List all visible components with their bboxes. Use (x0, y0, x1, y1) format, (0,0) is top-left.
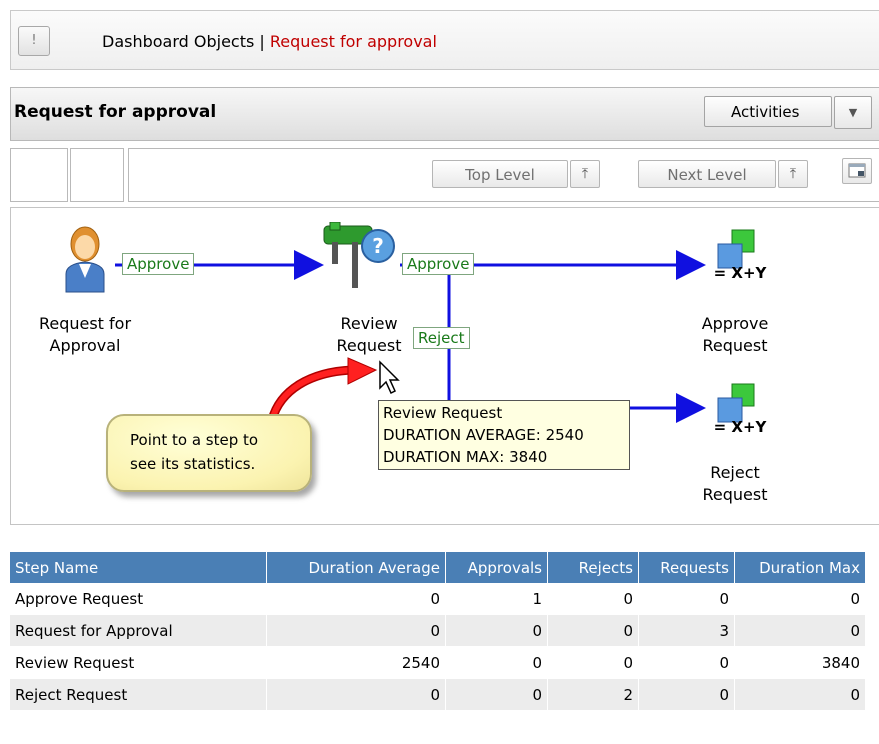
column-header-rejects[interactable]: Rejects (547, 552, 639, 583)
callout-arrow-fill (269, 367, 353, 421)
cell-requests: 0 (638, 678, 735, 711)
cell-requests: 3 (638, 614, 735, 647)
callout-arrowhead (347, 357, 378, 385)
column-header-step-name[interactable]: Step Name (10, 552, 267, 583)
cell-approvals: 1 (445, 583, 548, 615)
table-row[interactable]: Reject Request 0 0 2 0 0 (10, 678, 866, 711)
table-row[interactable]: Request for Approval 0 0 0 3 0 (10, 614, 866, 647)
edge-label-reject: Reject (413, 327, 470, 349)
cell-step-name: Review Request (10, 646, 267, 679)
edge-label-approve: Approve (122, 253, 195, 275)
help-callout: Point to a step to see its statistics. (106, 414, 312, 492)
review-step-icon: ? (323, 222, 395, 288)
column-header-duration-max[interactable]: Duration Max (734, 552, 866, 583)
cell-rejects: 0 (547, 646, 639, 679)
svg-text:= X+Y: = X+Y (714, 418, 768, 436)
callout-line-2: see its statistics. (130, 455, 256, 473)
cell-step-name: Reject Request (10, 678, 267, 711)
cell-duration-average: 0 (266, 583, 446, 615)
cell-duration-max: 0 (734, 678, 866, 711)
table-row[interactable]: Approve Request 0 1 0 0 0 (10, 583, 866, 615)
cell-requests: 0 (638, 583, 735, 615)
edge-label-approve: Approve (402, 253, 475, 275)
table-header-row: Step Name Duration Average Approvals Rej… (10, 552, 866, 583)
cell-rejects: 0 (547, 583, 639, 615)
formula-icon: = X+Y (714, 383, 768, 436)
cell-rejects: 0 (547, 614, 639, 647)
cell-step-name: Approve Request (10, 583, 267, 615)
node-approve-request[interactable]: Approve Request (690, 313, 780, 357)
node-request-for-approval[interactable]: Request for Approval (20, 313, 150, 357)
tooltip-step-name: Review Request (383, 404, 503, 422)
person-icon (65, 226, 105, 293)
step-statistics-table: Step Name Duration Average Approvals Rej… (10, 552, 866, 711)
mouse-cursor-icon (379, 360, 400, 395)
cell-duration-max: 0 (734, 614, 866, 647)
cell-duration-max: 3840 (734, 646, 866, 679)
svg-text:= X+Y: = X+Y (714, 264, 768, 282)
cell-duration-average: 2540 (266, 646, 446, 679)
tooltip-duration-max: DURATION MAX: 3840 (383, 448, 548, 466)
svg-text:?: ? (372, 234, 384, 258)
cell-duration-max: 0 (734, 583, 866, 615)
cell-duration-average: 0 (266, 614, 446, 647)
cell-approvals: 0 (445, 646, 548, 679)
cell-approvals: 0 (445, 614, 548, 647)
cell-rejects: 2 (547, 678, 639, 711)
step-tooltip: Review Request DURATION AVERAGE: 2540 DU… (378, 400, 630, 470)
cell-requests: 0 (638, 646, 735, 679)
table-row[interactable]: Review Request 2540 0 0 0 3840 (10, 646, 866, 679)
formula-icon: = X+Y (714, 229, 768, 282)
cell-step-name: Request for Approval (10, 614, 267, 647)
column-header-approvals[interactable]: Approvals (445, 552, 548, 583)
column-header-duration-average[interactable]: Duration Average (266, 552, 446, 583)
callout-line-1: Point to a step to (130, 431, 259, 449)
cell-approvals: 0 (445, 678, 548, 711)
node-review-request[interactable]: Review Request (326, 313, 412, 357)
cell-duration-average: 0 (266, 678, 446, 711)
tooltip-duration-average: DURATION AVERAGE: 2540 (383, 426, 584, 444)
column-header-requests[interactable]: Requests (638, 552, 735, 583)
node-reject-request[interactable]: Reject Request (690, 462, 780, 506)
